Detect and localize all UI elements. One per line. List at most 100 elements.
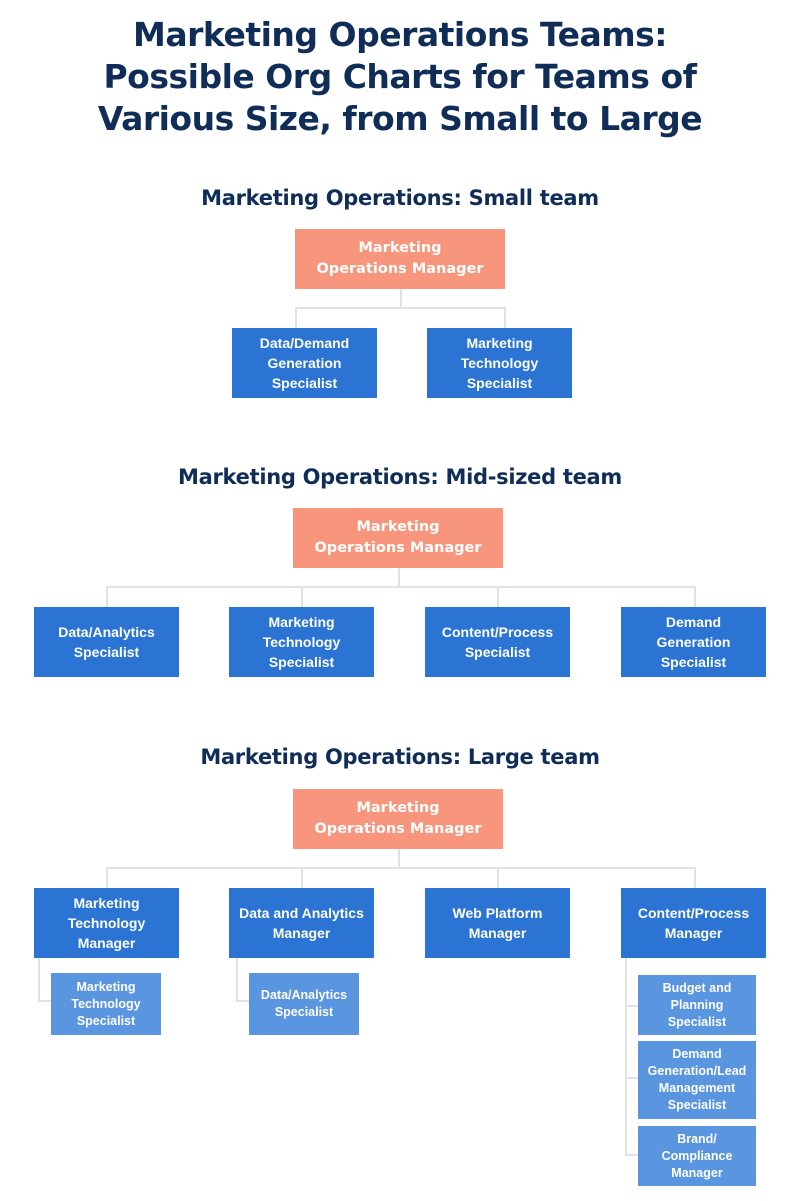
connector-line (398, 568, 400, 587)
box-label-line: Content/Process (441, 624, 554, 640)
box-label-line: Technology (262, 634, 341, 650)
connector-line (398, 849, 400, 868)
large-team-role-martech-manager: Marketing Technology Manager (34, 888, 179, 958)
box-label: Brand/Compliance Manager (662, 1131, 733, 1182)
box-label: Marketing Technology Manager (68, 893, 146, 953)
large-team-sub-brand-compliance: Brand/Compliance Manager (638, 1126, 756, 1186)
small-team-role-data-demand: Data/Demand Generation Specialist (232, 328, 377, 398)
connector-line (625, 1154, 639, 1156)
box-label-line: Specialist (667, 1098, 727, 1112)
small-team-manager: Marketing Operations Manager (295, 229, 505, 289)
connector-line (295, 307, 297, 329)
connector-line (236, 958, 238, 1002)
box-label-line: Specialist (73, 644, 140, 660)
box-label-line: Specialist (274, 1005, 334, 1019)
large-team-heading: Marketing Operations: Large team (200, 745, 600, 769)
large-team-sub-demand-gen-lead: Demand Generation/Lead Management Specialis… (638, 1041, 756, 1119)
box-label-line: Manager (272, 925, 331, 941)
box-label: Marketing Operations Manager (314, 798, 481, 840)
connector-line (625, 1077, 639, 1079)
box-label-line: Management (658, 1081, 736, 1095)
box-label-line: Generation/Lead (647, 1064, 747, 1078)
box-label: Marketing Technology Specialist (263, 612, 341, 672)
box-label: Web Platform Manager (453, 903, 543, 943)
large-team-role-data-analytics-manager: Data and Analytics Manager (229, 888, 374, 958)
page-title: Marketing Operations Teams: Possible Org… (0, 14, 800, 140)
mid-team-manager: Marketing Operations Manager (293, 508, 503, 568)
box-label-line: Technology (460, 355, 539, 371)
box-label-line: Budget and (662, 980, 732, 995)
connector-line (497, 586, 499, 608)
box-label-line: Data and Analytics (239, 905, 364, 921)
title-line-3: Various Size, from Small to Large (97, 99, 703, 138)
box-label-line: Web Platform (452, 905, 543, 921)
mid-team-role-content-process: Content/Process Specialist (425, 607, 570, 677)
box-label-line: Marketing (268, 614, 335, 630)
connector-line (694, 867, 696, 889)
connector-line (106, 586, 696, 588)
box-label: Marketing Operations Manager (316, 238, 483, 280)
box-label-line: Specialist (466, 375, 533, 391)
box-label-line: Data/Analytics (58, 624, 155, 640)
box-label: Demand Generation/Lead Management Specialis… (648, 1046, 747, 1114)
box-label-line: Data/Analytics (260, 988, 348, 1002)
large-team-manager: Marketing Operations Manager (293, 789, 503, 849)
large-team-sub-budget-planning: Budget and Planning Specialist (638, 975, 756, 1035)
box-label-line: Generation (267, 355, 342, 371)
mid-team-role-demand-gen: Demand Generation Specialist (621, 607, 766, 677)
large-team-role-content-process-manager: Content/Process Manager (621, 888, 766, 958)
box-label: Content/Process Manager (638, 903, 749, 943)
box-label-line: Manager (468, 925, 527, 941)
mid-team-heading: Marketing Operations: Mid-sized team (178, 465, 622, 489)
connector-line (301, 586, 303, 608)
box-label-line: Specialist (667, 1014, 727, 1029)
box-label-line: Planning (670, 997, 724, 1012)
connector-line (106, 867, 108, 889)
connector-line (236, 1000, 250, 1002)
box-label: Data/Analytics Specialist (261, 987, 347, 1021)
box-label-line: Specialist (464, 644, 531, 660)
large-team-sub-data-analytics-specialist: Data/Analytics Specialist (249, 973, 359, 1035)
manager-label-2: Operations Manager (316, 261, 484, 277)
connector-line (106, 867, 696, 869)
box-label-line: Manager (671, 1165, 723, 1180)
box-label: Marketing Technology Specialist (461, 333, 539, 393)
box-label-line: Specialist (268, 654, 335, 670)
box-label-line: Marketing (356, 800, 440, 816)
box-label-line: Technology (67, 915, 146, 931)
box-label-line: Demand (672, 1047, 722, 1061)
box-label: Content/Process Specialist (442, 622, 553, 662)
box-label-line: Compliance (661, 1148, 733, 1163)
large-team-role-web-platform-manager: Web Platform Manager (425, 888, 570, 958)
box-label-line: Specialist (76, 1013, 136, 1028)
title-line-2: Possible Org Charts for Teams of (103, 57, 697, 96)
connector-line (106, 586, 108, 608)
box-label: Marketing Technology Specialist (71, 979, 140, 1030)
connector-line (301, 867, 303, 889)
connector-line (504, 307, 506, 329)
box-label: Budget and Planning Specialist (663, 980, 732, 1031)
box-label-line: Generation (656, 634, 731, 650)
box-label: Marketing Operations Manager (314, 517, 481, 559)
box-label-line: Operations Manager (314, 540, 482, 556)
box-label-line: Data/Demand (259, 335, 350, 351)
box-label-line: Manager (77, 935, 136, 951)
box-label-line: Content/Process (637, 905, 750, 921)
box-label-line: Marketing (356, 519, 440, 535)
connector-line (625, 1005, 639, 1007)
connector-line (295, 307, 506, 309)
title-line-1: Marketing Operations Teams: (133, 15, 668, 54)
mid-team-role-data-analytics: Data/Analytics Specialist (34, 607, 179, 677)
connector-line (400, 289, 402, 308)
box-label-line: Specialist (271, 375, 338, 391)
connector-line (38, 1000, 52, 1002)
box-label-line: Demand (665, 614, 722, 630)
box-label-line: Manager (664, 925, 723, 941)
box-label-line: Marketing (73, 895, 140, 911)
large-team-sub-martech-specialist: Marketing Technology Specialist (51, 973, 161, 1035)
connector-line (497, 867, 499, 889)
small-team-role-martech: Marketing Technology Specialist (427, 328, 572, 398)
small-team-heading: Marketing Operations: Small team (201, 186, 599, 210)
box-label-line: Brand/ (677, 1131, 717, 1146)
box-label-line: Marketing (76, 979, 136, 994)
